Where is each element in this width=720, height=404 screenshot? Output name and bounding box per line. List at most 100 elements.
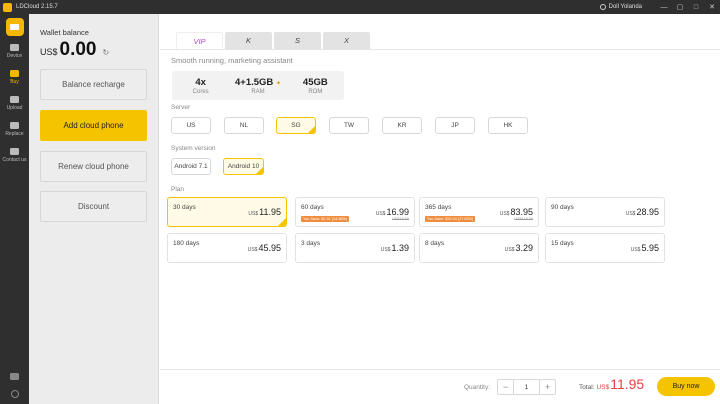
cart-icon (10, 69, 19, 77)
plan-price: US$ 11.95 (248, 207, 281, 217)
balance-recharge-button[interactable]: Balance recharge (40, 69, 147, 100)
total-label: Total: (579, 384, 595, 391)
contact-icon (10, 147, 19, 155)
spec-value: 4x (195, 76, 206, 88)
plan-option-60-days[interactable]: 60 days US$ 16.99 US$19.90 You Save: $2.9… (295, 197, 415, 227)
plan-days: 30 days (173, 204, 196, 211)
tab-k[interactable]: K (225, 32, 272, 49)
refresh-icon[interactable]: ↻ (103, 48, 110, 57)
plan-option-15-days[interactable]: 15 days US$ 5.95 (545, 233, 665, 263)
renew-cloud-phone-button[interactable]: Renew cloud phone (40, 151, 147, 182)
sparkle-icon: ✦ (275, 80, 281, 87)
user-name: Doll Yolanda (608, 4, 642, 10)
minimize-button[interactable]: ▢ (672, 3, 688, 11)
plan-option-30-days[interactable]: 30 days US$ 11.95 (167, 197, 287, 227)
plan-original-price: US$19.90 (392, 217, 409, 221)
plan-days: 3 days (301, 240, 321, 247)
spec-value: 45GB (302, 76, 328, 88)
server-option-hk[interactable]: HK (488, 117, 528, 134)
rail-item-buy[interactable]: Buy (0, 64, 29, 90)
server-option-us[interactable]: US (171, 117, 211, 134)
plan-days: 60 days (301, 204, 324, 211)
rail-item-contact[interactable]: Contact us (0, 142, 29, 168)
spec-label: ROM (308, 88, 323, 95)
nav-rail: Device Buy Upload Replace Contact us (0, 14, 29, 404)
total-currency: US$ (596, 384, 610, 391)
title-bar: LDCloud 2.15.7 Doll Yolanda — ▢ □ ✕ (0, 0, 720, 14)
plan-days: 8 days (425, 240, 445, 247)
plan-days: 15 days (551, 240, 574, 247)
maximize-button[interactable]: □ (688, 4, 704, 11)
plan-save-badge: You Save: $32.04 (27.63%) (425, 216, 476, 222)
spec-value: 4+1.5GB ✦ (235, 76, 281, 88)
server-option-jp[interactable]: JP (435, 117, 475, 134)
tab-divider (160, 49, 720, 50)
spec-ram: 4+1.5GB ✦ RAM (229, 71, 286, 100)
tab-s[interactable]: S (274, 32, 321, 49)
message-icon[interactable] (10, 373, 19, 380)
server-option-sg[interactable]: SG (276, 117, 316, 134)
rail-bottom (0, 373, 29, 398)
rail-item-label: Contact us (2, 156, 27, 163)
wallet-balance: US$ 0.00 ↻ (40, 39, 109, 61)
server-option-tw[interactable]: TW (329, 117, 369, 134)
plan-option-3-days[interactable]: 3 days US$ 1.39 (295, 233, 415, 263)
tier-tabs: VIP K S X (176, 32, 370, 49)
rail-item-label: Buy (10, 78, 19, 85)
spec-summary: 4x Cores 4+1.5GB ✦ RAM 45GB ROM (172, 71, 344, 100)
plan-option-365-days[interactable]: 365 days US$ 83.95 US$119.00 You Save: $3… (419, 197, 539, 227)
tab-vip[interactable]: VIP (176, 32, 223, 49)
wallet-amount: 0.00 (59, 39, 97, 60)
plan-days: 180 days (173, 240, 200, 247)
server-option-nl[interactable]: NL (224, 117, 264, 134)
buy-now-button[interactable]: Buy now (657, 377, 715, 396)
quantity-plus-button[interactable]: + (540, 380, 555, 394)
add-cloud-phone-button[interactable]: Add cloud phone (40, 110, 147, 141)
plan-price: US$ 28.95 (625, 207, 659, 217)
plan-price: US$ 5.95 (630, 243, 659, 253)
tier-subtitle: Smooth running, marketing assistant (171, 56, 293, 65)
gear-icon[interactable] (10, 390, 19, 398)
plan-option-8-days[interactable]: 8 days US$ 3.29 (419, 233, 539, 263)
discount-button[interactable]: Discount (40, 191, 147, 222)
plan-save-badge: You Save: $2.91 (14.66%) (301, 216, 350, 222)
plan-price: US$ 16.99 (375, 207, 409, 217)
plan-original-price: US$119.00 (514, 217, 533, 221)
system-version-label: System version (171, 145, 216, 152)
server-option-kr[interactable]: KR (382, 117, 422, 134)
server-label: Server (171, 104, 191, 111)
quantity-stepper: − 1 + (497, 379, 556, 395)
rail-item-upload[interactable]: Upload (0, 90, 29, 116)
wallet-panel: Wallet balance US$ 0.00 ↻ Balance rechar… (29, 14, 159, 404)
rail-item-replace[interactable]: Replace (0, 116, 29, 142)
plan-days: 365 days (425, 204, 452, 211)
plan-label: Plan (171, 186, 185, 193)
quantity-input[interactable]: 1 (513, 380, 540, 394)
user-icon (599, 4, 606, 10)
rail-item-label: Device (6, 52, 23, 59)
system-option-android-10[interactable]: Android 10 (223, 158, 264, 175)
quantity-minus-button[interactable]: − (498, 380, 513, 394)
checkout-footer: Quantity: − 1 + Total: US$ 11.95 Buy now (160, 369, 720, 404)
rail-item-label: Replace (5, 130, 24, 137)
close-button[interactable]: ✕ (704, 3, 720, 11)
system-option-android-7[interactable]: Android 7.1 (171, 158, 211, 175)
spec-label: Cores (192, 88, 209, 95)
replace-icon (10, 121, 19, 129)
plan-price: US$ 1.39 (380, 243, 409, 253)
plan-option-180-days[interactable]: 180 days US$ 45.95 (167, 233, 287, 263)
tab-x[interactable]: X (323, 32, 370, 49)
rail-item-device[interactable]: Device (0, 38, 29, 64)
cloud-upload-icon (10, 95, 19, 103)
rail-item-label: Upload (6, 104, 23, 111)
user-info[interactable]: Doll Yolanda (599, 4, 642, 10)
wallet-currency: US$ (40, 47, 58, 57)
window-title: LDCloud 2.15.7 (16, 4, 58, 10)
device-icon (10, 43, 19, 51)
plan-option-90-days[interactable]: 90 days US$ 28.95 (545, 197, 665, 227)
plan-days: 90 days (551, 204, 574, 211)
brand-logo-icon (5, 18, 24, 36)
menu-button[interactable]: — (656, 4, 672, 11)
plan-price: US$ 3.29 (504, 243, 533, 253)
spec-rom: 45GB ROM (287, 71, 344, 100)
